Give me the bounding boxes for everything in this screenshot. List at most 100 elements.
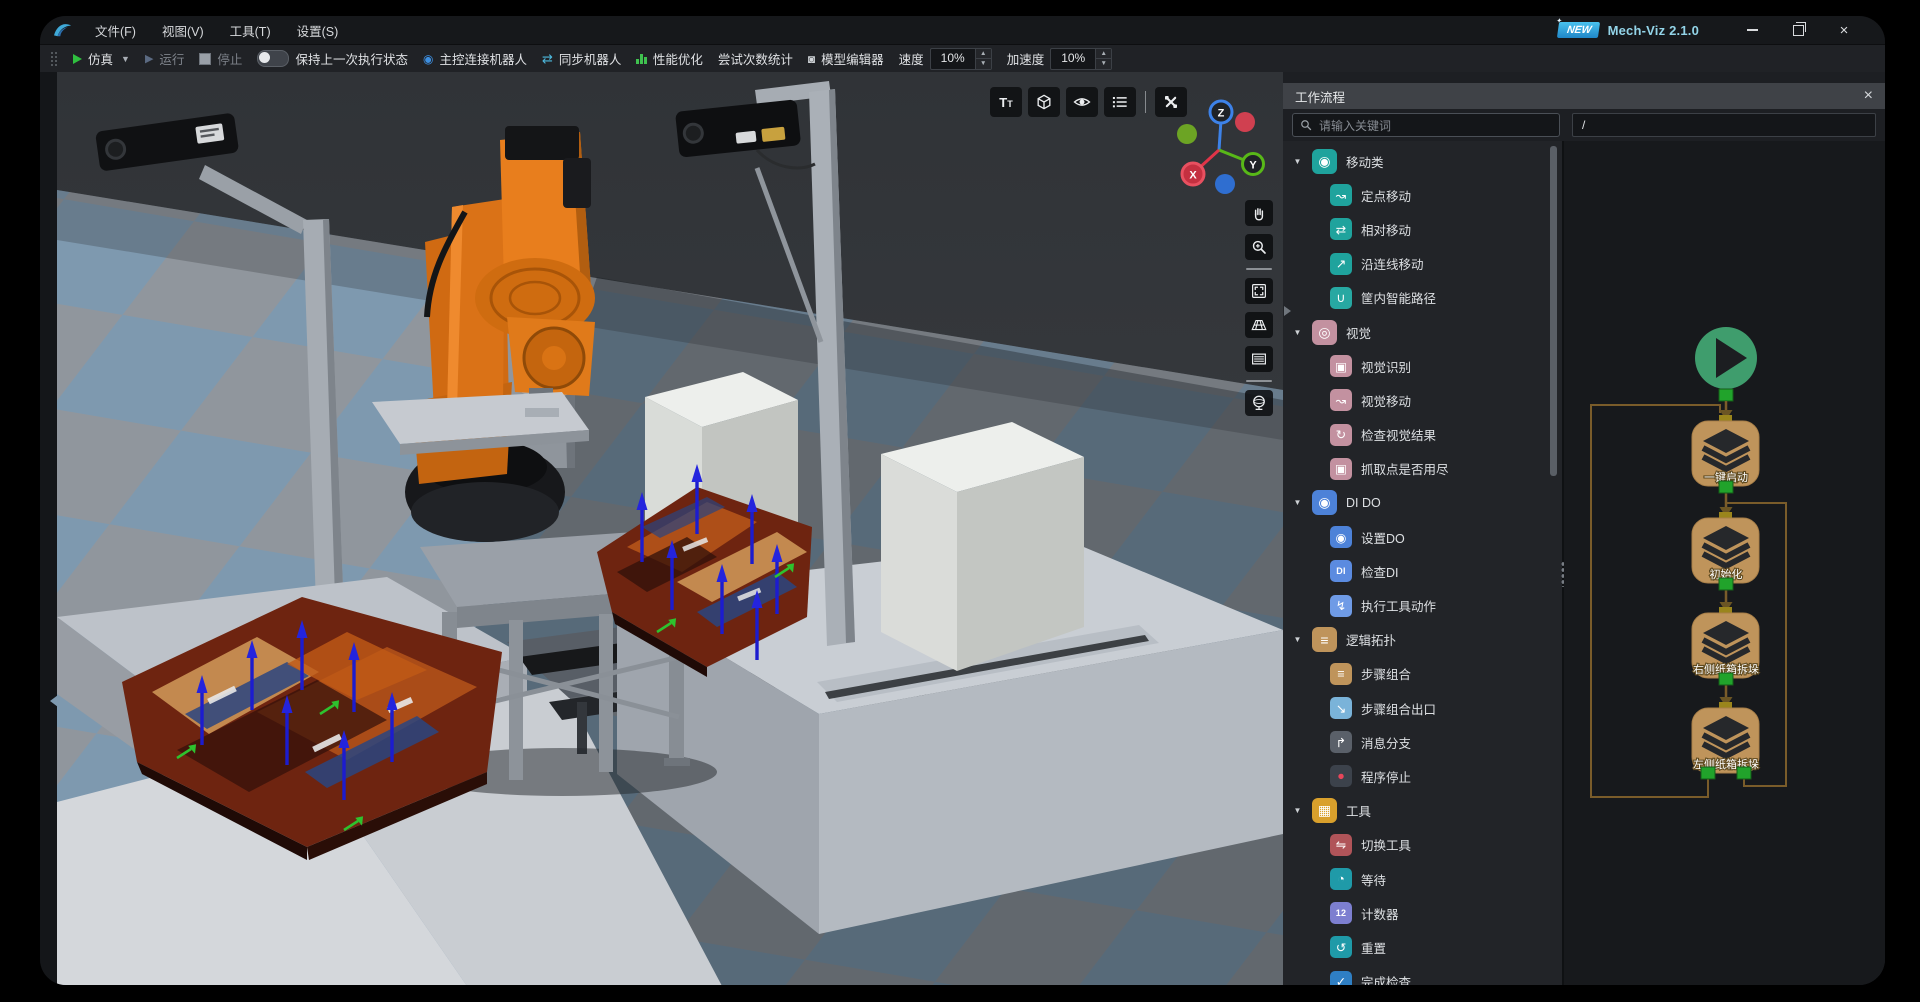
speed-spinner[interactable]: 10% ▲▼ [930, 48, 992, 70]
3d-viewport[interactable]: TT [57, 72, 1283, 985]
tree-item-reset[interactable]: ↺重置 [1283, 930, 1562, 964]
axis-z-ball[interactable]: Z [1210, 101, 1232, 123]
keep-last-state-toggle[interactable]: 保持上一次执行状态 [257, 49, 408, 68]
graph-node-right-carton-depalletize[interactable]: 右侧纸箱拆垛 [1692, 607, 1759, 685]
expander-icon[interactable]: ▼ [1292, 635, 1303, 644]
zoom-button[interactable] [1245, 234, 1273, 260]
menu-tools[interactable]: 工具(T) [217, 16, 284, 44]
tree-item-counter[interactable]: 12计数器 [1283, 896, 1562, 930]
maximize-button[interactable] [1775, 16, 1821, 44]
titlebar-right: NEW Mech-Viz 2.1.0 × [1558, 16, 1867, 44]
frame-display-button[interactable] [1028, 87, 1060, 117]
tree-item-message-branch[interactable]: ↱消息分支 [1283, 725, 1562, 759]
fit-view-button[interactable] [1245, 278, 1273, 304]
speed-spinner-buttons[interactable]: ▲▼ [975, 49, 991, 69]
ground-panel-button[interactable] [1245, 346, 1273, 372]
pan-button[interactable] [1245, 200, 1273, 226]
3d-scene[interactable] [57, 72, 1283, 985]
tree-item-wait[interactable]: ◔等待 [1283, 862, 1562, 896]
perspective-button[interactable] [1245, 312, 1273, 338]
tree-category-move[interactable]: ▼◉移动类 [1283, 144, 1562, 178]
maximize-icon [1793, 25, 1804, 36]
minimize-button[interactable] [1729, 16, 1775, 44]
tree-category-tool[interactable]: ▼▦工具 [1283, 794, 1562, 828]
projection-button[interactable] [1245, 390, 1273, 416]
tree-item-step-group[interactable]: ≡步骤组合 [1283, 657, 1562, 691]
tree-item-fixed-point-move[interactable]: ↝定点移动 [1283, 178, 1562, 212]
simulate-button[interactable]: 仿真 ▼ [73, 49, 130, 68]
panel-close-button[interactable]: × [1864, 88, 1873, 104]
menu-file[interactable]: 文件(F) [82, 16, 149, 44]
sync-robot-button[interactable]: ⇄ 同步机器人 [542, 49, 621, 68]
spin-down-icon[interactable]: ▼ [976, 58, 991, 69]
spin-up-icon[interactable]: ▲ [1096, 49, 1111, 59]
menu-view[interactable]: 视图(V) [149, 16, 217, 44]
text-tool-icon: TT [999, 95, 1012, 110]
tree-item-run-tool-action[interactable]: ↯执行工具动作 [1283, 588, 1562, 622]
accel-spinner[interactable]: 10% ▲▼ [1050, 48, 1112, 70]
tree-item-smart-path-in-bin[interactable]: ∪筐内智能路径 [1283, 281, 1562, 315]
model-editor-button[interactable]: ◙ 模型编辑器 [808, 49, 884, 68]
expander-icon[interactable]: ▼ [1292, 498, 1303, 507]
visibility-button[interactable] [1066, 87, 1098, 117]
axis-neg-x-ball[interactable] [1235, 112, 1255, 132]
close-button[interactable]: × [1821, 16, 1867, 44]
search-input[interactable]: 请输入关键词 [1292, 113, 1560, 137]
graph-out-port [1719, 673, 1733, 685]
tree-item-relative-move[interactable]: ⇄相对移动 [1283, 212, 1562, 246]
tree-item-grasp-points-exhausted[interactable]: ▣抓取点是否用尽 [1283, 452, 1562, 486]
tree-item-switch-tool[interactable]: ⇋切换工具 [1283, 828, 1562, 862]
tree-item-move-along-path[interactable]: ↗沿连线移动 [1283, 247, 1562, 281]
menu-settings[interactable]: 设置(S) [284, 16, 352, 44]
tree-item-step-group-exit[interactable]: ↘步骤组合出口 [1283, 691, 1562, 725]
simulate-label: 仿真 [88, 49, 113, 68]
graph-node-one-click-start[interactable]: 一键启动 [1692, 415, 1759, 493]
workflow-graph[interactable]: 一键启动初始化右侧纸箱拆垛左侧纸箱拆垛 [1564, 141, 1885, 985]
accel-value[interactable]: 10% [1051, 49, 1095, 69]
axis-gizmo[interactable]: Z Y X [1173, 98, 1269, 194]
run-icon: ▶ [145, 52, 153, 65]
toggle-off-icon[interactable] [257, 50, 289, 67]
graph-node-left-carton-depalletize[interactable]: 左侧纸箱拆垛 [1692, 702, 1759, 779]
tree-item-vision-recognize[interactable]: ▣视觉识别 [1283, 349, 1562, 383]
wait-icon: ◔ [1330, 868, 1352, 890]
tree-item-label: 程序停止 [1361, 767, 1411, 786]
axis-neg-z-ball[interactable] [1215, 174, 1235, 194]
tree-item-vision-move[interactable]: ↝视觉移动 [1283, 383, 1562, 417]
tree-item-check-di[interactable]: DI检查DI [1283, 554, 1562, 588]
tree-item-finish-check[interactable]: ✓完成检查 [1283, 965, 1562, 986]
expander-icon[interactable]: ▼ [1292, 328, 1303, 337]
toolbar-grip[interactable] [50, 51, 58, 67]
tree-category-vision[interactable]: ▼◎视觉 [1283, 315, 1562, 349]
collapse-panel-icon[interactable] [1284, 306, 1291, 316]
spin-up-icon[interactable]: ▲ [976, 49, 991, 59]
accel-spinner-buttons[interactable]: ▲▼ [1095, 49, 1111, 69]
expander-icon[interactable]: ▼ [1292, 157, 1303, 166]
tree-category-logic-topology[interactable]: ▼≡逻辑拓扑 [1283, 623, 1562, 657]
run-button[interactable]: ▶ 运行 [145, 49, 184, 68]
tree-item-set-do[interactable]: ◉设置DO [1283, 520, 1562, 554]
tree-category-di-do[interactable]: ▼◉DI DO [1283, 486, 1562, 520]
sync-icon: ⇄ [542, 51, 553, 67]
tree-item-check-vision-result[interactable]: ↻检查视觉结果 [1283, 418, 1562, 452]
workflow-graph-canvas[interactable]: 一键启动初始化右侧纸箱拆垛左侧纸箱拆垛 [1564, 141, 1885, 985]
axis-x-ball[interactable]: X [1182, 163, 1204, 185]
spin-down-icon[interactable]: ▼ [1096, 58, 1111, 69]
workflow-step-tree: ▼◉移动类↝定点移动⇄相对移动↗沿连线移动∪筐内智能路径▼◎视觉▣视觉识别↝视觉… [1283, 141, 1562, 985]
graph-node-initialize[interactable]: 初始化 [1692, 512, 1759, 590]
speed-value[interactable]: 10% [931, 49, 975, 69]
display-list-button[interactable] [1104, 87, 1136, 117]
stop-icon [199, 53, 211, 65]
master-control-button[interactable]: ◉ 主控连接机器人 [423, 49, 527, 68]
tree-item-program-stop[interactable]: ●程序停止 [1283, 759, 1562, 793]
tree-scrollbar[interactable] [1550, 146, 1557, 476]
attempt-stats-button[interactable]: 尝试次数统计 [718, 49, 793, 68]
stop-button[interactable]: 停止 [199, 49, 242, 68]
expander-icon[interactable]: ▼ [1292, 806, 1303, 815]
axis-neg-y-ball[interactable] [1177, 124, 1197, 144]
performance-button[interactable]: 性能优化 [636, 49, 703, 68]
text-labels-button[interactable]: TT [990, 87, 1022, 117]
graph-breadcrumb[interactable]: / [1572, 113, 1876, 137]
axis-y-ball[interactable]: Y [1243, 154, 1264, 175]
chevron-down-icon[interactable]: ▼ [121, 54, 130, 64]
